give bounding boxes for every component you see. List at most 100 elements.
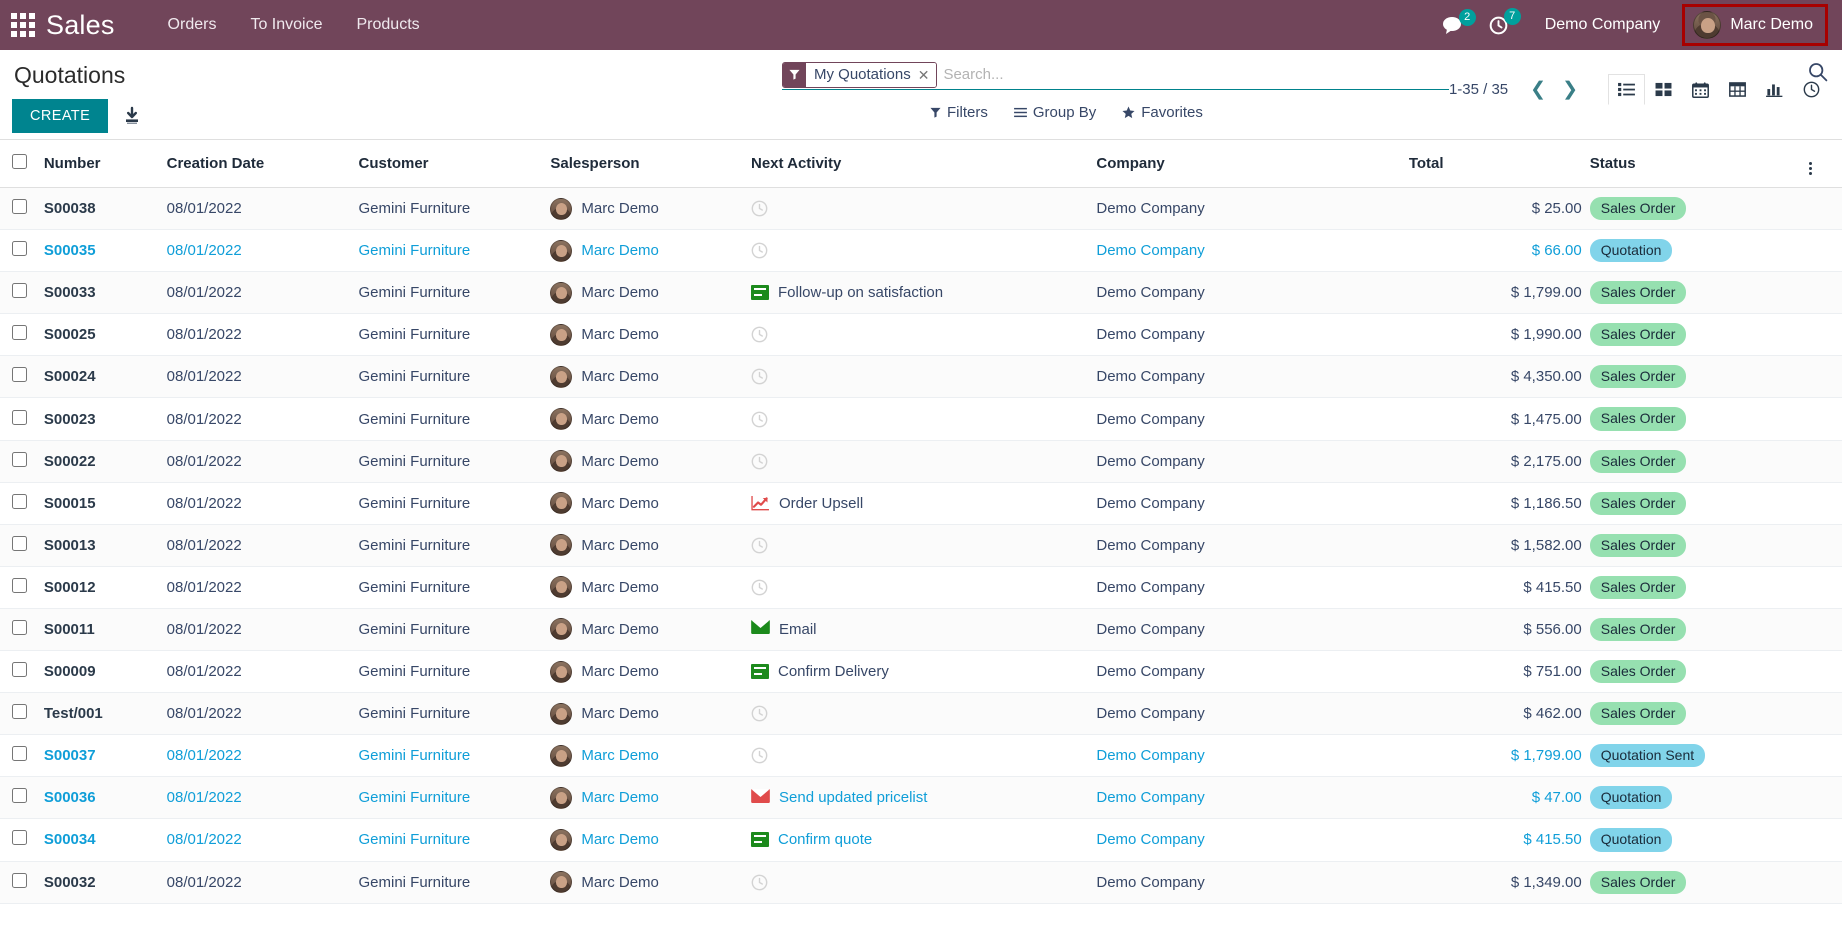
cell-customer[interactable]: Gemini Furniture	[358, 229, 551, 273]
cell-customer[interactable]: Gemini Furniture	[358, 440, 551, 483]
row-select-cell[interactable]	[0, 608, 44, 652]
row-select-cell[interactable]	[0, 818, 44, 862]
nav-menu-orders[interactable]: Orders	[151, 2, 234, 48]
cell-company[interactable]: Demo Company	[1096, 608, 1409, 652]
cell-next-activity[interactable]: Email	[751, 608, 1097, 652]
cell-status[interactable]: Sales Order	[1589, 650, 1810, 694]
cell-number[interactable]: S00009	[43, 650, 167, 694]
cell-number[interactable]: S00038	[43, 187, 167, 231]
cell-customer[interactable]: Gemini Furniture	[358, 397, 551, 441]
table-row[interactable]: S00032 08/01/2022 Gemini Furniture Marc Dem…	[0, 861, 1842, 904]
row-select-cell[interactable]	[0, 313, 44, 357]
cell-customer[interactable]: Gemini Furniture	[358, 650, 551, 694]
cell-salesperson[interactable]: Marc Demo	[550, 650, 751, 694]
cell-company[interactable]: Demo Company	[1096, 692, 1409, 736]
row-select-cell[interactable]	[0, 861, 44, 904]
search-input[interactable]	[937, 60, 1449, 89]
column-header-next-activity[interactable]: Next Activity	[751, 140, 1097, 188]
row-checkbox[interactable]	[12, 746, 27, 762]
row-checkbox[interactable]	[12, 830, 27, 846]
cell-creation-date[interactable]: 08/01/2022	[166, 271, 359, 315]
cell-customer[interactable]: Gemini Furniture	[358, 524, 551, 567]
row-select-cell[interactable]	[0, 776, 44, 820]
cell-status[interactable]: Sales Order	[1589, 397, 1810, 441]
cell-number[interactable]: S00035	[43, 229, 167, 273]
row-checkbox[interactable]	[12, 872, 27, 888]
cell-creation-date[interactable]: 08/01/2022	[166, 482, 359, 525]
cell-number[interactable]: S00015	[43, 482, 167, 525]
row-select-cell[interactable]	[0, 524, 44, 567]
cell-customer[interactable]: Gemini Furniture	[358, 566, 551, 609]
table-row[interactable]: S00037 08/01/2022 Gemini Furniture Marc Dem…	[0, 734, 1842, 778]
cell-total[interactable]: $ 1,349.00	[1408, 861, 1590, 904]
cell-total[interactable]: $ 1,990.00	[1408, 313, 1590, 357]
cell-creation-date[interactable]: 08/01/2022	[166, 734, 359, 778]
cell-total[interactable]: $ 4,350.00	[1408, 355, 1590, 399]
row-select-cell[interactable]	[0, 692, 44, 736]
cell-next-activity[interactable]	[751, 440, 1097, 483]
cell-company[interactable]: Demo Company	[1096, 271, 1409, 315]
cell-next-activity[interactable]: Send updated pricelist	[751, 776, 1097, 820]
row-checkbox[interactable]	[12, 451, 27, 467]
cell-creation-date[interactable]: 08/01/2022	[166, 355, 359, 399]
cell-status[interactable]: Sales Order	[1589, 440, 1810, 483]
cell-creation-date[interactable]: 08/01/2022	[166, 524, 359, 567]
row-checkbox[interactable]	[12, 283, 27, 299]
cell-creation-date[interactable]: 08/01/2022	[166, 313, 359, 357]
cell-status[interactable]: Quotation Sent	[1589, 734, 1810, 778]
row-select-cell[interactable]	[0, 566, 44, 609]
cell-total[interactable]: $ 415.50	[1408, 818, 1590, 862]
cell-status[interactable]: Sales Order	[1589, 608, 1810, 652]
cell-total[interactable]: $ 751.00	[1408, 650, 1590, 694]
group-by-dropdown[interactable]: Group By	[1013, 104, 1096, 121]
cell-salesperson[interactable]: Marc Demo	[550, 861, 751, 904]
cell-next-activity[interactable]: Follow-up on satisfaction	[751, 271, 1097, 315]
row-checkbox[interactable]	[12, 367, 27, 383]
cell-creation-date[interactable]: 08/01/2022	[166, 776, 359, 820]
table-row[interactable]: S00011 08/01/2022 Gemini Furniture Marc Dem…	[0, 608, 1842, 652]
cell-company[interactable]: Demo Company	[1096, 524, 1409, 567]
cell-company[interactable]: Demo Company	[1096, 313, 1409, 357]
cell-customer[interactable]: Gemini Furniture	[358, 861, 551, 904]
row-select-cell[interactable]	[0, 482, 44, 525]
cell-next-activity[interactable]	[751, 566, 1097, 609]
cell-customer[interactable]: Gemini Furniture	[358, 776, 551, 820]
column-header-salesperson[interactable]: Salesperson	[550, 140, 751, 188]
search-icon[interactable]	[1808, 62, 1828, 87]
search-facet-my-quotations[interactable]: My Quotations ✕	[782, 61, 938, 88]
cell-next-activity[interactable]	[751, 397, 1097, 441]
cell-salesperson[interactable]: Marc Demo	[550, 482, 751, 525]
cell-status[interactable]: Quotation	[1589, 776, 1810, 820]
close-icon[interactable]: ✕	[918, 68, 930, 82]
row-checkbox[interactable]	[12, 619, 27, 635]
cell-creation-date[interactable]: 08/01/2022	[166, 608, 359, 652]
cell-salesperson[interactable]: Marc Demo	[550, 271, 751, 315]
cell-total[interactable]: $ 66.00	[1408, 229, 1590, 273]
cell-total[interactable]: $ 462.00	[1408, 692, 1590, 736]
cell-total[interactable]: $ 1,799.00	[1408, 271, 1590, 315]
cell-creation-date[interactable]: 08/01/2022	[166, 187, 359, 231]
cell-next-activity[interactable]	[751, 355, 1097, 399]
row-checkbox[interactable]	[12, 704, 27, 720]
cell-number[interactable]: S00036	[43, 776, 167, 820]
cell-company[interactable]: Demo Company	[1096, 187, 1409, 231]
select-all-checkbox[interactable]	[12, 154, 27, 169]
user-menu[interactable]: Marc Demo	[1682, 4, 1828, 46]
table-row[interactable]: S00023 08/01/2022 Gemini Furniture Marc Dem…	[0, 397, 1842, 441]
table-row[interactable]: S00035 08/01/2022 Gemini Furniture Marc Dem…	[0, 229, 1842, 273]
column-header-status[interactable]: Status	[1589, 140, 1810, 188]
cell-salesperson[interactable]: Marc Demo	[550, 734, 751, 778]
cell-next-activity[interactable]: Confirm quote	[751, 818, 1097, 862]
cell-total[interactable]: $ 1,582.00	[1408, 524, 1590, 567]
cell-total[interactable]: $ 1,475.00	[1408, 397, 1590, 441]
cell-next-activity[interactable]	[751, 187, 1097, 231]
cell-creation-date[interactable]: 08/01/2022	[166, 566, 359, 609]
row-checkbox[interactable]	[12, 325, 27, 341]
cell-company[interactable]: Demo Company	[1096, 776, 1409, 820]
cell-total[interactable]: $ 415.50	[1408, 566, 1590, 609]
activities-menu[interactable]: 7	[1478, 7, 1523, 42]
cell-creation-date[interactable]: 08/01/2022	[166, 692, 359, 736]
table-row[interactable]: Test/001 08/01/2022 Gemini Furniture Marc D…	[0, 692, 1842, 736]
cell-customer[interactable]: Gemini Furniture	[358, 271, 551, 315]
table-row[interactable]: S00036 08/01/2022 Gemini Furniture Marc Dem…	[0, 776, 1842, 820]
